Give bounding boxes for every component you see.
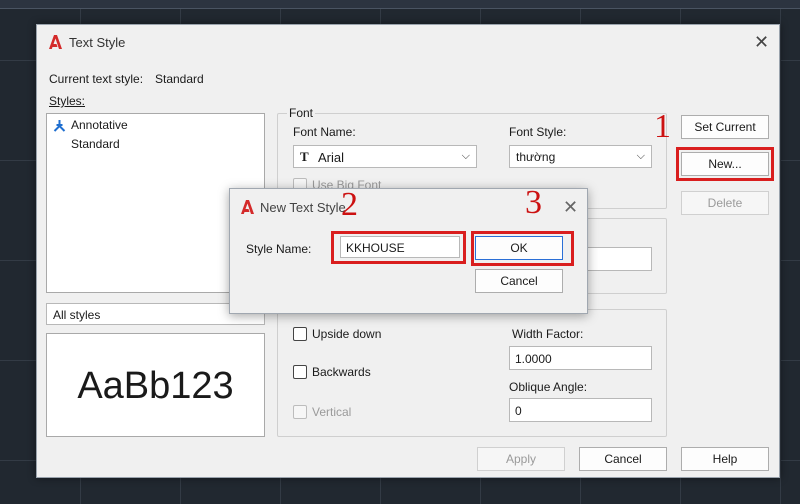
styles-filter-value: All styles <box>53 308 101 322</box>
font-name-select[interactable]: T Arial ⌵ <box>293 145 477 168</box>
autocad-logo-icon <box>241 200 254 214</box>
annotative-icon <box>53 120 66 132</box>
vertical-checkbox[interactable] <box>293 405 307 419</box>
preview-text: AaBb123 <box>77 365 234 407</box>
chevron-down-icon: ⌵ <box>461 150 470 162</box>
delete-button[interactable]: Delete <box>681 191 769 215</box>
annotation-box-ok <box>471 231 574 266</box>
oblique-angle-value: 0 <box>515 404 522 418</box>
vertical-label: Vertical <box>312 405 352 419</box>
width-factor-field[interactable]: 1.0000 <box>509 346 652 370</box>
truetype-font-icon: T <box>300 149 309 164</box>
close-icon[interactable]: ✕ <box>754 33 769 51</box>
upside-down-checkbox[interactable] <box>293 327 307 341</box>
current-style-value: Standard <box>155 72 204 86</box>
font-name-label: Font Name: <box>293 125 356 139</box>
upside-down-label: Upside down <box>312 327 382 341</box>
font-name-value: Arial <box>318 150 345 165</box>
help-button[interactable]: Help <box>681 447 769 471</box>
autocad-logo-icon <box>49 35 62 49</box>
oblique-angle-field[interactable]: 0 <box>509 398 652 422</box>
backwards-label: Backwards <box>312 365 371 379</box>
width-factor-value: 1.0000 <box>515 352 552 366</box>
styles-label: Styles: <box>49 94 86 108</box>
apply-button[interactable]: Apply <box>477 447 565 471</box>
list-item[interactable]: Annotative <box>71 118 128 132</box>
backwards-checkbox[interactable] <box>293 365 307 379</box>
canvas-top-band <box>0 0 800 9</box>
font-style-label: Font Style: <box>509 125 567 139</box>
font-style-value: thường <box>516 150 556 164</box>
annotation-box-new <box>676 147 774 181</box>
width-factor-label: Width Factor: <box>512 327 584 341</box>
dialog-titlebar: Text Style ✕ <box>37 25 779 59</box>
font-style-select[interactable]: thường ⌵ <box>509 145 652 168</box>
oblique-angle-label: Oblique Angle: <box>509 380 588 394</box>
style-name-label: Style Name: <box>246 242 312 256</box>
annotation-number-1: 1 <box>654 108 671 145</box>
list-item[interactable]: Standard <box>71 137 120 151</box>
cancel-button[interactable]: Cancel <box>475 269 563 293</box>
annotation-number-2: 2 <box>341 186 358 223</box>
dialog-title: Text Style <box>69 35 126 50</box>
current-style-label: Current text style: <box>49 72 144 86</box>
annotation-box-style-name <box>331 231 466 264</box>
preview-box: AaBb123 <box>46 333 265 437</box>
annotation-number-3: 3 <box>525 184 542 221</box>
cancel-button[interactable]: Cancel <box>579 447 667 471</box>
close-icon[interactable]: ✕ <box>563 198 578 216</box>
chevron-down-icon: ⌵ <box>636 150 645 162</box>
font-group-label: Font <box>287 106 316 120</box>
set-current-button[interactable]: Set Current <box>681 115 769 139</box>
new-style-dialog-title: New Text Style <box>260 200 346 215</box>
